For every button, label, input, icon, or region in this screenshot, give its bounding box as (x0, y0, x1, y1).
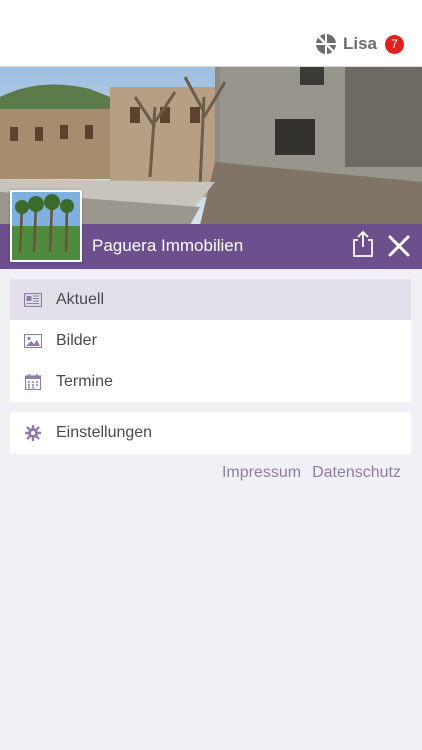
share-icon[interactable] (351, 230, 375, 258)
newspaper-icon (24, 292, 42, 308)
app-logo-icon (315, 34, 336, 54)
user-name[interactable]: Lisa (343, 34, 377, 54)
calendar-icon (24, 373, 42, 390)
image-icon (24, 333, 42, 349)
menu-item-einstellungen[interactable]: Einstellungen (10, 412, 411, 453)
page-title: Paguera Immobilien (92, 236, 244, 255)
menu-item-label: Bilder (56, 331, 97, 349)
menu-item-termine[interactable]: Termine (10, 361, 411, 402)
main-menu: Aktuell Bilder Termine (10, 279, 411, 402)
impressum-link[interactable]: Impressum (222, 464, 301, 482)
menu-item-label: Termine (56, 372, 113, 390)
notification-badge[interactable]: 7 (385, 34, 404, 54)
menu-item-label: Aktuell (56, 290, 105, 308)
close-icon[interactable] (387, 234, 411, 258)
gear-icon (24, 424, 42, 441)
menu-item-aktuell[interactable]: Aktuell (10, 279, 411, 320)
profile-thumbnail (10, 190, 82, 262)
settings-menu: Einstellungen (10, 412, 411, 454)
menu-item-bilder[interactable]: Bilder (10, 320, 411, 361)
datenschutz-link[interactable]: Datenschutz (312, 464, 401, 482)
footer-links: Impressum Datenschutz (222, 464, 401, 482)
top-bar: Lisa 7 (0, 0, 422, 67)
menu-item-label: Einstellungen (56, 423, 153, 441)
user-area[interactable]: Lisa 7 (315, 30, 404, 58)
